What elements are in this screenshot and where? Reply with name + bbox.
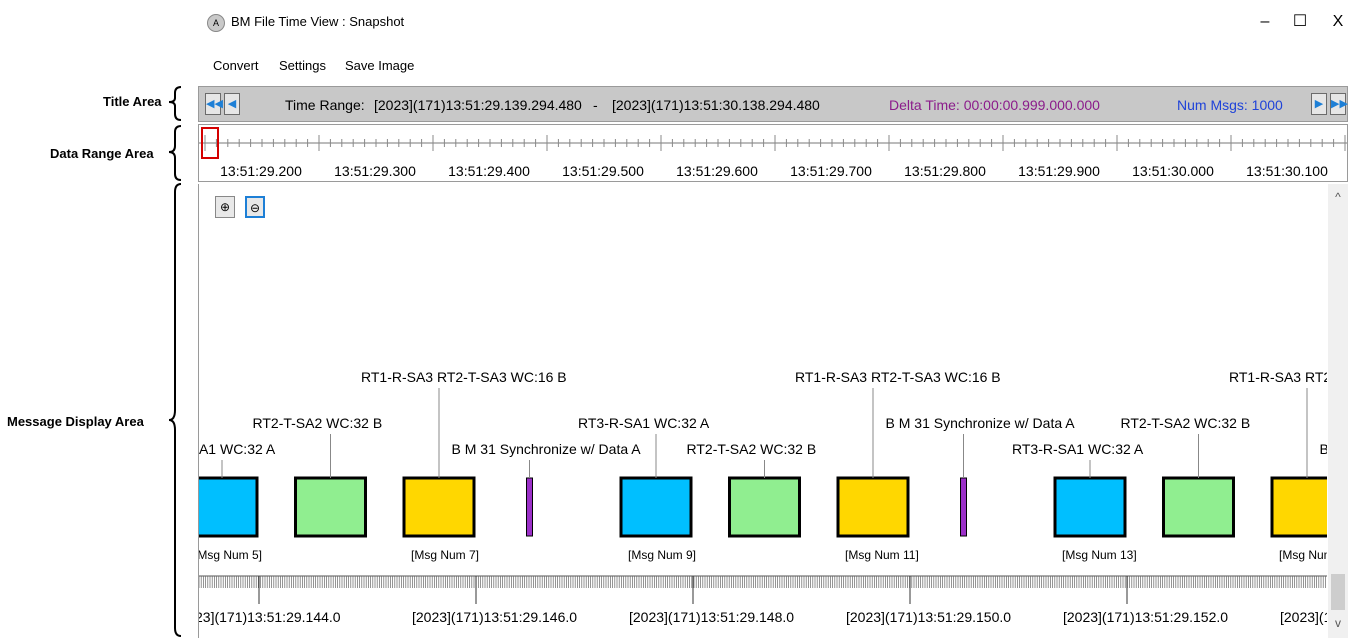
message-label: RT3-R-SA1 WC:32 A bbox=[1012, 441, 1144, 457]
message-block: B M 31 Synchronize w/ Data A bbox=[452, 441, 642, 537]
message-timeline: RT3-R-SA1 WC:32 A [Msg Num 5] RT2-T-SA2 WC… bbox=[199, 369, 1328, 625]
message-display-area-annotation: Message Display Area bbox=[7, 414, 144, 429]
time-range-label: Time Range: bbox=[285, 97, 365, 113]
message-number: [Msg Num 15] bbox=[1279, 548, 1327, 562]
range-tick-label: 13:51:29.800 bbox=[904, 163, 986, 179]
menu-save-image[interactable]: Save Image bbox=[345, 58, 414, 73]
window-titlebar: A BM File Time View : Snapshot – ☐ X bbox=[195, 0, 1353, 48]
message-number: [Msg Num 13] bbox=[1062, 548, 1137, 562]
message-label: RT2-T-SA2 WC:32 B bbox=[253, 415, 383, 431]
end-time: [2023](171)13:51:30.138.294.480 bbox=[612, 97, 820, 113]
message-block: RT3-R-SA1 WC:32 A [Msg Num 5] bbox=[199, 441, 276, 562]
scroll-up-icon[interactable]: ^ bbox=[1328, 190, 1348, 204]
range-selection-marker[interactable] bbox=[201, 127, 219, 159]
scrollbar-thumb[interactable] bbox=[1331, 574, 1345, 610]
message-block: RT3-R-SA1 WC:32 A [Msg Num 13] bbox=[1012, 441, 1144, 562]
message-block: RT2-T-SA2 WC:32 B bbox=[1121, 415, 1251, 538]
message-label: RT1-R-SA3 RT2-T-SA3 bbox=[1229, 369, 1327, 385]
time-label: [2023](171)13:51:29.152.0 bbox=[1063, 609, 1228, 625]
start-time: [2023](171)13:51:29.139.294.480 bbox=[374, 97, 582, 113]
app-icon: A bbox=[207, 14, 225, 32]
time-label: [2023](171) bbox=[1280, 609, 1327, 625]
message-box bbox=[619, 476, 693, 538]
message-box bbox=[199, 476, 259, 538]
minimize-button[interactable]: – bbox=[1250, 10, 1280, 34]
message-box bbox=[960, 477, 967, 537]
range-ruler bbox=[199, 135, 1347, 151]
message-number: [Msg Num 11] bbox=[845, 548, 919, 562]
message-label: RT3-R-SA1 WC:32 A bbox=[578, 415, 710, 431]
vertical-scrollbar[interactable]: ^ v bbox=[1328, 184, 1348, 638]
message-label: B M 31 Synchronize w/ Data A bbox=[886, 415, 1076, 431]
range-tick-label: 13:51:30.000 bbox=[1132, 163, 1214, 179]
message-number: [Msg Num 5] bbox=[199, 548, 262, 562]
range-tick-label: 13:51:29.500 bbox=[562, 163, 644, 179]
message-box bbox=[1053, 476, 1127, 538]
message-box bbox=[728, 476, 801, 538]
message-display-area-brace bbox=[168, 183, 182, 637]
message-block: B M 31 Synchronize w/ Data A bbox=[886, 415, 1076, 537]
message-label: RT2-T-SA2 WC:32 B bbox=[687, 441, 817, 457]
annotation-braces bbox=[168, 86, 182, 637]
data-range-area-annotation: Data Range Area bbox=[50, 146, 154, 161]
time-label: [2023](171)13:51:29.150.0 bbox=[846, 609, 1011, 625]
message-box bbox=[1270, 476, 1327, 538]
message-box bbox=[836, 476, 910, 538]
left-arrow-icon[interactable]: ◀ bbox=[224, 93, 240, 115]
time-label: [2023](171)13:51:29.148.0 bbox=[629, 609, 794, 625]
range-tick-label: 13:51:29.700 bbox=[790, 163, 872, 179]
message-label: RT1-R-SA3 RT2-T-SA3 WC:16 B bbox=[361, 369, 567, 385]
menu-convert[interactable]: Convert bbox=[213, 58, 259, 73]
message-block: RT1-R-SA3 RT2-T-SA3 WC:16 B [Msg Num 11] bbox=[795, 369, 1001, 562]
close-button[interactable]: X bbox=[1323, 10, 1353, 34]
message-display-area[interactable]: ⊕ ⊖ RT3-R-SA1 WC:32 A[Msg Num 5]RT2-T-SA… bbox=[198, 184, 1348, 638]
range-separator: - bbox=[593, 97, 598, 113]
data-range-area[interactable]: 13:51:29.200 13:51:29.300 13:51:29.400 13:5… bbox=[198, 124, 1348, 182]
right-arrow-icon[interactable]: ▶ bbox=[1311, 93, 1327, 115]
delta-time: Delta Time: 00:00:00.999.000.000 bbox=[889, 97, 1100, 113]
application-window: A BM File Time View : Snapshot – ☐ X Con… bbox=[195, 0, 1353, 638]
message-block: RT1-R-SA3 RT2-T-SA3 [Msg Num 15] bbox=[1229, 369, 1327, 562]
range-tick-label: 13:51:29.300 bbox=[334, 163, 416, 179]
range-tick-label: 13:51:29.200 bbox=[220, 163, 302, 179]
message-box bbox=[402, 476, 476, 538]
time-label: 23](171)13:51:29.144.0 bbox=[199, 609, 341, 625]
message-box bbox=[526, 477, 533, 537]
message-label: RT3-R-SA1 WC:32 A bbox=[199, 441, 276, 457]
message-block: RT2-T-SA2 WC:32 B bbox=[253, 415, 383, 538]
message-number: [Msg Num 7] bbox=[411, 548, 479, 562]
message-label: B M 31 Synchronize w/ Data A bbox=[452, 441, 642, 457]
scroll-down-icon[interactable]: v bbox=[1328, 616, 1348, 630]
double-left-arrow-icon[interactable]: ◀◀ bbox=[205, 93, 223, 115]
message-block: RT1-R-SA3 RT2-T-SA3 WC:16 B [Msg Num 7] bbox=[361, 369, 567, 562]
message-label: B M 31 S bbox=[1320, 441, 1328, 457]
range-tick-label: 13:51:30.100 bbox=[1246, 163, 1328, 179]
message-box bbox=[294, 476, 367, 538]
double-right-arrow-icon[interactable]: ▶▶ bbox=[1330, 93, 1348, 115]
message-label: RT2-T-SA2 WC:32 B bbox=[1121, 415, 1251, 431]
window-title: BM File Time View : Snapshot bbox=[231, 14, 405, 29]
data-range-area-brace bbox=[168, 125, 182, 181]
message-label: RT1-R-SA3 RT2-T-SA3 WC:16 B bbox=[795, 369, 1001, 385]
range-tick-label: 13:51:29.600 bbox=[676, 163, 758, 179]
message-number: [Msg Num 9] bbox=[628, 548, 696, 562]
range-tick-label: 13:51:29.400 bbox=[448, 163, 530, 179]
menu-bar: Convert Settings Save Image bbox=[195, 50, 1353, 80]
title-area-annotation: Title Area bbox=[103, 94, 162, 109]
message-block: RT3-R-SA1 WC:32 A [Msg Num 9] bbox=[578, 415, 710, 562]
menu-settings[interactable]: Settings bbox=[279, 58, 326, 73]
time-label: [2023](171)13:51:29.146.0 bbox=[412, 609, 577, 625]
title-area-brace bbox=[168, 86, 182, 121]
num-msgs: Num Msgs: 1000 bbox=[1177, 97, 1283, 113]
title-area: ◀◀ ◀ Time Range: [2023](171)13:51:29.139… bbox=[198, 86, 1348, 122]
message-block: RT2-T-SA2 WC:32 B bbox=[687, 441, 817, 538]
message-box bbox=[1162, 476, 1235, 538]
range-tick-label: 13:51:29.900 bbox=[1018, 163, 1100, 179]
maximize-button[interactable]: ☐ bbox=[1285, 10, 1315, 34]
